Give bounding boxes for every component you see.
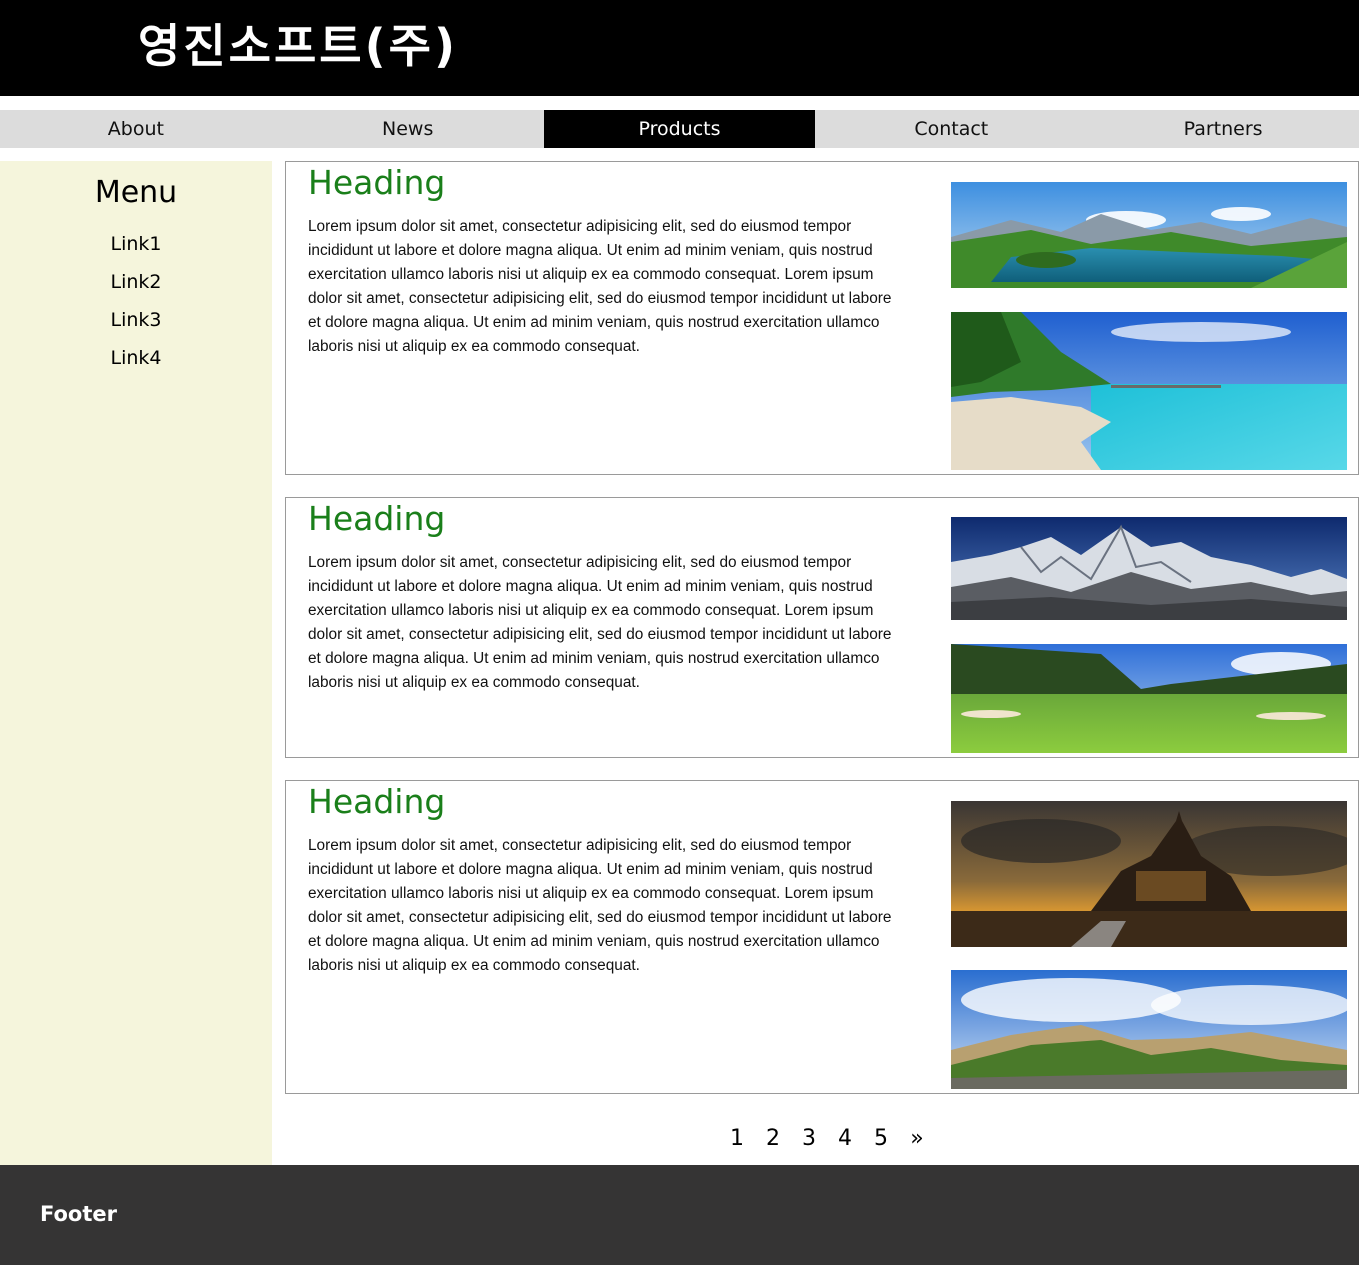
main-nav: About News Products Contact Partners: [0, 110, 1359, 148]
mountain-lake-image: [951, 182, 1347, 288]
snowy-mountains-image: [951, 517, 1347, 620]
page-link-4[interactable]: 4: [827, 1124, 863, 1154]
page-link-5[interactable]: 5: [863, 1124, 899, 1154]
nav-item-partners[interactable]: Partners: [1087, 110, 1359, 148]
sidebar-link-3[interactable]: Link3: [0, 307, 272, 345]
sidebar-link-1[interactable]: Link1: [0, 231, 272, 269]
nav-item-news[interactable]: News: [272, 110, 544, 148]
article-heading: Heading: [308, 163, 446, 202]
article-card: Heading Lorem ipsum dolor sit amet, cons…: [285, 497, 1359, 758]
article-card: Heading Lorem ipsum dolor sit amet, cons…: [285, 161, 1359, 475]
site-footer: Footer: [0, 1165, 1359, 1265]
site-title: 영진소프트(주): [138, 19, 458, 73]
sidebar-title: Menu: [94, 175, 178, 210]
page-link-1[interactable]: 1: [719, 1124, 755, 1154]
article-heading: Heading: [308, 499, 446, 538]
next-page-link[interactable]: »: [899, 1124, 935, 1154]
sidebar: Menu Link1 Link2 Link3 Link4: [0, 161, 272, 1165]
nav-item-contact[interactable]: Contact: [815, 110, 1087, 148]
pagination: 1 2 3 4 5 »: [719, 1124, 935, 1154]
nav-item-about[interactable]: About: [0, 110, 272, 148]
sidebar-menu: Link1 Link2 Link3 Link4: [0, 231, 272, 383]
castle-sunset-image: [951, 801, 1347, 947]
sidebar-link-4[interactable]: Link4: [0, 345, 272, 383]
site-header: 영진소프트(주): [0, 0, 1359, 96]
article-text: Lorem ipsum dolor sit amet, consectetur …: [308, 554, 892, 691]
article-heading: Heading: [308, 782, 446, 821]
green-hills-image: [951, 970, 1347, 1089]
article-text: Lorem ipsum dolor sit amet, consectetur …: [308, 837, 892, 974]
page-link-2[interactable]: 2: [755, 1124, 791, 1154]
page-link-3[interactable]: 3: [791, 1124, 827, 1154]
nav-item-products[interactable]: Products: [543, 110, 816, 148]
article-text: Lorem ipsum dolor sit amet, consectetur …: [308, 218, 892, 355]
sidebar-link-2[interactable]: Link2: [0, 269, 272, 307]
golf-course-image: [951, 644, 1347, 753]
article-card: Heading Lorem ipsum dolor sit amet, cons…: [285, 780, 1359, 1094]
tropical-beach-image: [951, 312, 1347, 470]
footer-text: Footer: [40, 1202, 117, 1226]
